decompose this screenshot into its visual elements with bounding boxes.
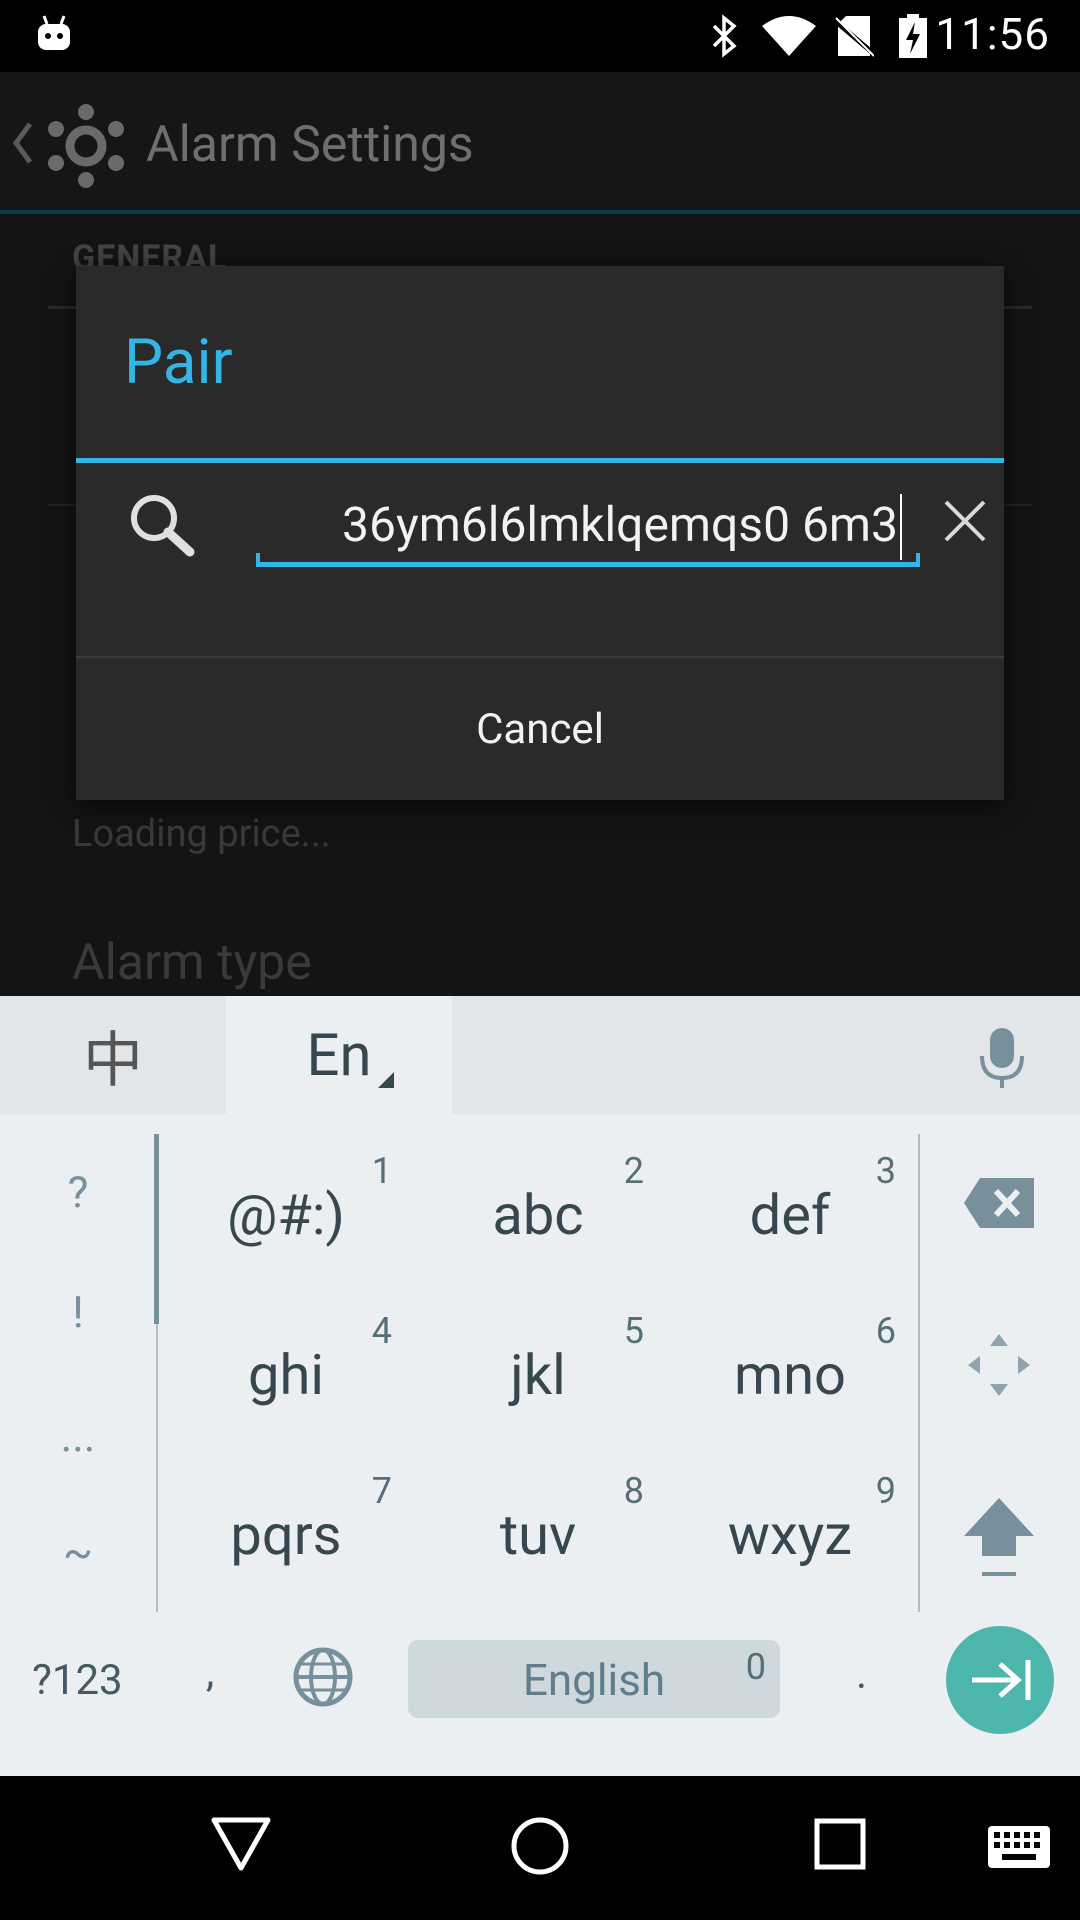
key-number: 2 — [623, 1150, 644, 1192]
recents-icon[interactable] — [814, 1818, 866, 1870]
symbol-key-tilde[interactable]: ~ — [0, 1526, 156, 1578]
app-gear-icon[interactable] — [44, 104, 128, 188]
symbol-key-ellipsis[interactable]: ... — [0, 1410, 156, 1462]
numbers-switch-key[interactable]: ?123 — [32, 1656, 123, 1705]
key-1[interactable]: @#:) 1 — [160, 1130, 412, 1290]
close-icon[interactable] — [942, 498, 988, 544]
english-language-label: En — [306, 1022, 372, 1090]
space-key-label: English — [522, 1654, 666, 1706]
key-number: 6 — [875, 1310, 896, 1352]
no-sim-icon — [834, 16, 874, 57]
back-icon[interactable] — [210, 1816, 272, 1872]
action-bar: Alarm Settings — [0, 72, 1080, 214]
english-language-button[interactable]: En — [226, 996, 452, 1116]
keypad-right-divider — [918, 1134, 920, 1612]
chinese-language-button[interactable]: 中 — [0, 996, 226, 1114]
search-input-value: 36ym6l6lmklqemqs0 6m3 — [342, 496, 898, 553]
language-dropdown-indicator — [378, 1072, 394, 1088]
android-notification-icon — [38, 15, 70, 50]
microphone-icon[interactable] — [974, 1026, 1030, 1090]
enter-arrow-icon — [972, 1660, 1031, 1700]
alarm-type-label[interactable]: Alarm type — [72, 934, 312, 992]
dialog-title: Pair — [124, 326, 233, 399]
backspace-icon[interactable] — [962, 1176, 1036, 1230]
search-icon — [131, 495, 195, 557]
wifi-icon — [762, 16, 816, 56]
bluetooth-icon — [712, 14, 737, 58]
text-cursor — [900, 494, 902, 560]
keyboard: 中 En ? ! ... ~ @#:) 1 abc 2 def 3 ghi 4 … — [0, 996, 1080, 1776]
period-key[interactable]: . — [856, 1650, 867, 1699]
search-input-underline — [256, 553, 920, 567]
status-bar: 11:56 — [0, 0, 1080, 72]
loading-price-text: Loading price... — [72, 812, 331, 856]
app-title: Alarm Settings — [146, 116, 474, 174]
dialog-title-divider — [76, 458, 1004, 463]
keyboard-language-bar: 中 En — [0, 996, 1080, 1116]
symbol-scrollbar[interactable] — [154, 1134, 159, 1324]
space-key-number: 0 — [745, 1646, 766, 1688]
key-number: 7 — [371, 1470, 392, 1512]
shift-icon[interactable] — [962, 1496, 1036, 1580]
status-time: 11:56 — [935, 8, 1050, 60]
comma-key[interactable]: , — [206, 1648, 214, 1697]
home-icon[interactable] — [510, 1816, 570, 1876]
key-2[interactable]: abc 2 — [412, 1130, 664, 1290]
space-key[interactable]: English 0 — [408, 1640, 780, 1718]
globe-icon[interactable] — [292, 1646, 354, 1708]
key-number: 4 — [371, 1310, 392, 1352]
key-9[interactable]: wxyz 9 — [664, 1450, 916, 1610]
navigation-bar — [0, 1776, 1080, 1920]
enter-key[interactable] — [946, 1626, 1054, 1734]
key-3[interactable]: def 3 — [664, 1130, 916, 1290]
key-number: 1 — [371, 1150, 392, 1192]
symbol-key-question[interactable]: ? — [0, 1166, 156, 1218]
battery-charging-icon — [899, 14, 927, 58]
key-number: 9 — [875, 1470, 896, 1512]
cancel-button[interactable]: Cancel — [76, 658, 1004, 800]
key-4[interactable]: ghi 4 — [160, 1290, 412, 1450]
cursor-move-icon[interactable] — [966, 1332, 1032, 1398]
search-input[interactable]: 36ym6l6lmklqemqs0 6m3 — [256, 484, 920, 564]
key-8[interactable]: tuv 8 — [412, 1450, 664, 1610]
key-5[interactable]: jkl 5 — [412, 1290, 664, 1450]
pair-dialog: Pair 36ym6l6lmklqemqs0 6m3 Cancel — [76, 266, 1004, 800]
key-6[interactable]: mno 6 — [664, 1290, 916, 1450]
back-chevron-icon[interactable] — [10, 116, 34, 170]
key-number: 5 — [623, 1310, 644, 1352]
keyboard-switch-icon[interactable] — [988, 1826, 1050, 1868]
key-7[interactable]: pqrs 7 — [160, 1450, 412, 1610]
symbol-key-exclamation[interactable]: ! — [0, 1286, 156, 1338]
key-number: 8 — [623, 1470, 644, 1512]
key-number: 3 — [875, 1150, 896, 1192]
action-bar-underline — [0, 210, 1080, 214]
